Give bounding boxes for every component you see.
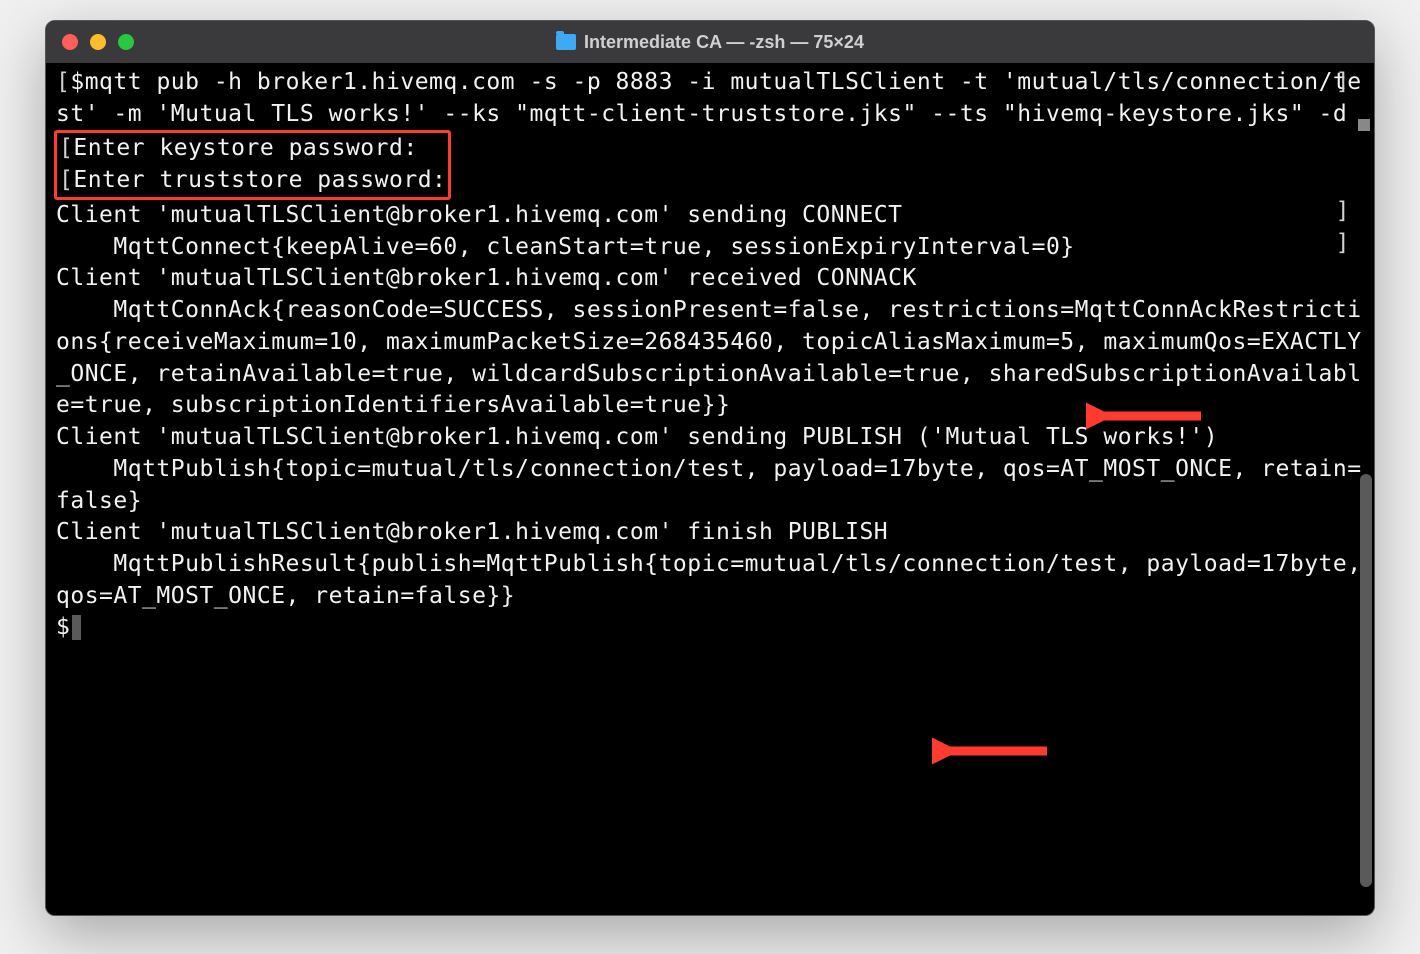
window-title: Intermediate CA — -zsh — 75×24 [62,32,1358,53]
output-publishresult: MqttPublishResult{publish=MqttPublish{to… [56,549,1364,612]
scrollbar[interactable] [1358,113,1372,865]
password-prompts-highlight: [Enter keystore password: [Enter trustst… [54,130,451,199]
cursor [72,615,80,640]
command-line: $mqtt pub -h broker1.hivemq.com -s -p 88… [56,69,1362,127]
bracket-close-3: ] [1336,228,1350,260]
folder-icon [556,34,576,50]
annotation-arrow-publish [932,670,1052,706]
bracket-close-2: ] [1336,196,1350,228]
output-publish: Client 'mutualTLSClient@broker1.hivemq.c… [56,422,1364,454]
scrollbar-thumb[interactable] [1360,474,1372,887]
titlebar: Intermediate CA — -zsh — 75×24 [46,21,1374,63]
prompt: $ [56,614,70,640]
keystore-prompt: Enter keystore password: [73,135,417,161]
close-button[interactable] [62,34,78,50]
bracket-open: [ [56,69,70,95]
scrollbar-top-marker [1358,119,1370,131]
terminal-window: Intermediate CA — -zsh — 75×24 [$mqtt pu… [45,20,1375,916]
output-connect: Client 'mutualTLSClient@broker1.hivemq.c… [56,200,1364,232]
output-mqttconnack: MqttConnAck{reasonCode=SUCCESS, sessionP… [56,295,1364,422]
maximize-button[interactable] [118,34,134,50]
output-connack: Client 'mutualTLSClient@broker1.hivemq.c… [56,263,1364,295]
window-controls [62,34,134,50]
output-mqttpublish: MqttPublish{topic=mutual/tls/connection/… [56,454,1364,517]
output-finish: Client 'mutualTLSClient@broker1.hivemq.c… [56,517,1364,549]
output-mqttconnect: MqttConnect{keepAlive=60, cleanStart=tru… [56,232,1364,264]
minimize-button[interactable] [90,34,106,50]
title-text: Intermediate CA — -zsh — 75×24 [584,32,864,53]
truststore-prompt: Enter truststore password: [73,167,446,193]
bracket-close: ] [1336,67,1350,99]
terminal-content[interactable]: [$mqtt pub -h broker1.hivemq.com -s -p 8… [46,63,1374,915]
